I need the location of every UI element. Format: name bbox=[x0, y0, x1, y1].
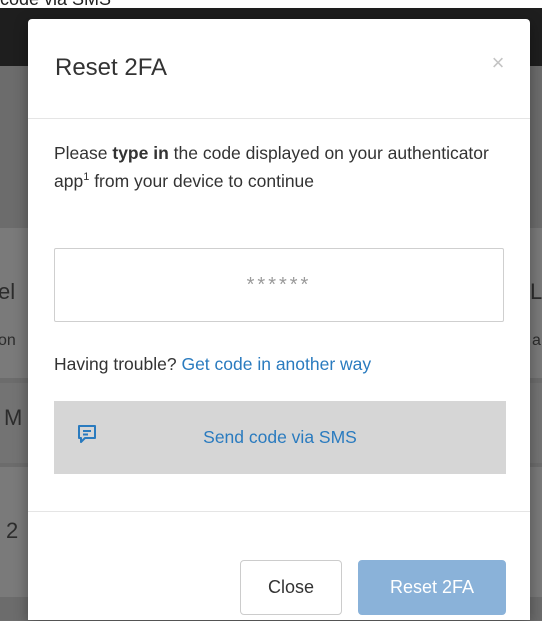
instructions-part-1: Please bbox=[54, 143, 113, 163]
trouble-row: Having trouble? Get code in another way bbox=[54, 354, 371, 375]
instructions-part-3: from your device to continue bbox=[89, 171, 315, 191]
send-code-via-sms-button[interactable]: Send code via SMS bbox=[54, 401, 506, 474]
background-text-fragment: on bbox=[0, 332, 16, 349]
reset-2fa-dialog: Reset 2FA × Please type in the code disp… bbox=[28, 19, 530, 620]
trouble-text: Having trouble? bbox=[54, 354, 177, 374]
background-text-fragment: el bbox=[0, 279, 16, 304]
send-code-via-sms-label: Send code via SMS bbox=[203, 427, 357, 447]
background-text-fragment: M bbox=[4, 405, 23, 430]
background-text-fragment: L bbox=[530, 279, 542, 304]
background-caption-text: code via SMS bbox=[0, 0, 111, 8]
get-code-another-way-link[interactable]: Get code in another way bbox=[181, 354, 371, 374]
dialog-header: Reset 2FA × bbox=[28, 19, 530, 119]
reset-2fa-button[interactable]: Reset 2FA bbox=[358, 560, 506, 615]
close-icon[interactable]: × bbox=[488, 52, 508, 74]
background-text-fragment: a bbox=[532, 332, 541, 349]
instructions-text: Please type in the code displayed on you… bbox=[54, 139, 494, 195]
background-text-fragment: 2 bbox=[6, 518, 19, 543]
instructions-emphasis: type in bbox=[112, 143, 169, 163]
verification-code-input[interactable] bbox=[54, 248, 504, 322]
close-button[interactable]: Close bbox=[240, 560, 342, 615]
dialog-title: Reset 2FA bbox=[55, 54, 168, 81]
dialog-footer: Close Reset 2FA bbox=[28, 511, 530, 621]
background-caption: code via SMS bbox=[0, 0, 542, 8]
